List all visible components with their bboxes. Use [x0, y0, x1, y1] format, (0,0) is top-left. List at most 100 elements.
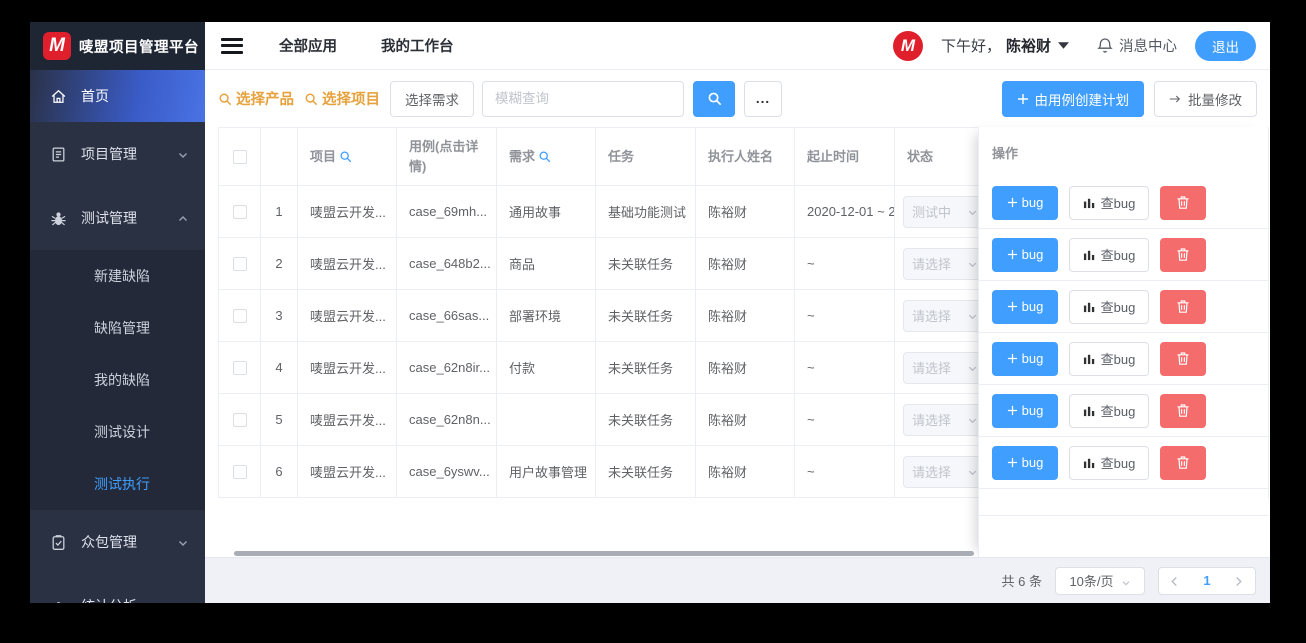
select-project-link[interactable]: 选择项目	[304, 88, 380, 109]
batch-edit-button[interactable]: 批量修改	[1154, 80, 1257, 117]
row-checkbox[interactable]	[232, 205, 247, 220]
row-checkbox[interactable]	[232, 361, 247, 376]
sidebar-item-stats[interactable]: 统计分析	[30, 574, 205, 603]
cell-select	[218, 237, 261, 290]
delete-button[interactable]	[1160, 341, 1206, 376]
trash-icon	[1176, 455, 1190, 470]
delete-button[interactable]	[1160, 393, 1206, 428]
row-checkbox[interactable]	[232, 465, 247, 480]
sidebar-item-test-exec[interactable]: 测试执行	[30, 458, 205, 510]
chart-icon	[50, 598, 67, 603]
cell-executor: 陈裕财	[695, 341, 795, 394]
next-page-icon[interactable]	[1234, 576, 1244, 586]
sidebar-item-defect-mgmt[interactable]: 缺陷管理	[30, 302, 205, 354]
status-select[interactable]: 请选择	[903, 403, 987, 436]
delete-button[interactable]	[1160, 289, 1206, 324]
chevron-down-icon	[967, 258, 978, 269]
add-bug-button[interactable]: bug	[992, 237, 1058, 272]
operations-header: 操作	[992, 145, 1019, 161]
sidebar-item-project-mgmt[interactable]: 项目管理	[30, 122, 205, 186]
horizontal-scrollbar[interactable]	[234, 551, 974, 556]
cell-index: 6	[260, 445, 298, 498]
sidebar-item-label: 众包管理	[81, 534, 137, 550]
create-plan-label: 由用例创建计划	[1034, 92, 1130, 108]
hamburger-menu-icon[interactable]	[221, 37, 243, 54]
select-requirement-button[interactable]: 选择需求	[390, 80, 474, 117]
logout-button[interactable]: 退出	[1195, 30, 1256, 61]
caret-down-icon	[1058, 41, 1069, 50]
column-search-icon[interactable]	[339, 150, 352, 163]
sidebar-item-new-defect[interactable]: 新建缺陷	[30, 250, 205, 302]
select-project-label: 选择项目	[322, 92, 380, 108]
add-bug-label: bug	[1021, 247, 1044, 262]
view-bug-button[interactable]: 查bug	[1069, 185, 1149, 220]
sidebar-item-test-mgmt[interactable]: 测试管理	[30, 186, 205, 250]
trash-icon	[1176, 195, 1190, 210]
sidebar-item-label: 统计分析	[81, 596, 137, 603]
column-header-task: 任务	[595, 127, 696, 186]
column-title: 起止时间	[807, 148, 860, 164]
column-header-executor: 执行人姓名	[695, 127, 795, 186]
message-center-link[interactable]: 消息中心	[1097, 35, 1177, 56]
sidebar-item-home[interactable]: 首页	[30, 70, 205, 122]
delete-button[interactable]	[1160, 185, 1206, 220]
sidebar-item-test-design[interactable]: 测试设计	[30, 406, 205, 458]
page-size-select[interactable]: 10条/页	[1055, 566, 1145, 595]
add-bug-label: bug	[1021, 403, 1044, 418]
sidebar-item-label: 新建缺陷	[94, 268, 150, 284]
toolbar-actions: 由用例创建计划 批量修改	[1001, 80, 1257, 117]
view-bug-button[interactable]: 查bug	[1069, 289, 1149, 324]
cell-task: 未关联任务	[595, 393, 696, 446]
status-select[interactable]: 测试中	[903, 195, 987, 228]
tab-my-workbench[interactable]: 我的工作台	[381, 35, 454, 56]
create-plan-button[interactable]: 由用例创建计划	[1001, 80, 1144, 117]
add-bug-button[interactable]: bug	[992, 185, 1058, 220]
status-select[interactable]: 请选择	[903, 247, 987, 280]
more-filters-button[interactable]: ...	[744, 80, 782, 117]
row-checkbox[interactable]	[232, 413, 247, 428]
add-bug-button[interactable]: bug	[992, 341, 1058, 376]
row-checkbox[interactable]	[232, 309, 247, 324]
sidebar-item-label: 首页	[81, 88, 109, 104]
pagination-bar: 共 6 条 10条/页 1	[205, 557, 1270, 603]
operations-column: 操作 bug 查bug bug 查bug bug 查bug bug 查bug bug 查bug bu…	[978, 127, 1268, 557]
sidebar-item-label: 测试执行	[94, 476, 150, 492]
column-search-icon[interactable]	[538, 150, 551, 163]
brand: M 唛盟项目管理平台	[30, 22, 205, 70]
column-header-select	[218, 127, 261, 186]
fuzzy-search-input[interactable]	[482, 80, 684, 117]
cell-dates: ~	[794, 393, 895, 446]
chevron-down-icon	[967, 362, 978, 373]
page-number[interactable]: 1	[1203, 573, 1210, 588]
sidebar: M 唛盟项目管理平台 首页项目管理 测试管理新建缺陷缺陷管理我的缺陷测试设计测试执…	[30, 22, 205, 603]
view-bug-button[interactable]: 查bug	[1069, 237, 1149, 272]
row-checkbox[interactable]	[232, 257, 247, 272]
select-product-link[interactable]: 选择产品	[218, 88, 294, 109]
view-bug-button[interactable]: 查bug	[1069, 445, 1149, 480]
search-submit-button[interactable]	[693, 80, 735, 117]
cell-project: 唛盟云开发...	[297, 237, 397, 290]
status-select[interactable]: 请选择	[903, 455, 987, 488]
add-bug-button[interactable]: bug	[992, 393, 1058, 428]
add-bug-button[interactable]: bug	[992, 445, 1058, 480]
prev-page-icon[interactable]	[1170, 576, 1180, 586]
tab-all-apps[interactable]: 全部应用	[279, 35, 337, 56]
cell-dates: 2020-12-01 ~ 20	[794, 185, 895, 238]
status-select[interactable]: 请选择	[903, 351, 987, 384]
sidebar-item-crowd-mgmt[interactable]: 众包管理	[30, 510, 205, 574]
delete-button[interactable]	[1160, 237, 1206, 272]
view-bug-label: 查bug	[1100, 456, 1136, 471]
sidebar-item-label: 我的缺陷	[94, 372, 150, 388]
user-menu[interactable]: 下午好， 陈裕财	[941, 35, 1069, 56]
view-bug-button[interactable]: 查bug	[1069, 393, 1149, 428]
add-bug-button[interactable]: bug	[992, 289, 1058, 324]
status-select[interactable]: 请选择	[903, 299, 987, 332]
cell-index: 3	[260, 289, 298, 342]
view-bug-button[interactable]: 查bug	[1069, 341, 1149, 376]
user-avatar[interactable]: M	[892, 30, 923, 61]
pager: 1	[1158, 566, 1256, 595]
sidebar-item-my-defects[interactable]: 我的缺陷	[30, 354, 205, 406]
status-value: 测试中	[912, 205, 952, 220]
delete-button[interactable]	[1160, 445, 1206, 480]
select-all-checkbox[interactable]	[232, 150, 247, 165]
